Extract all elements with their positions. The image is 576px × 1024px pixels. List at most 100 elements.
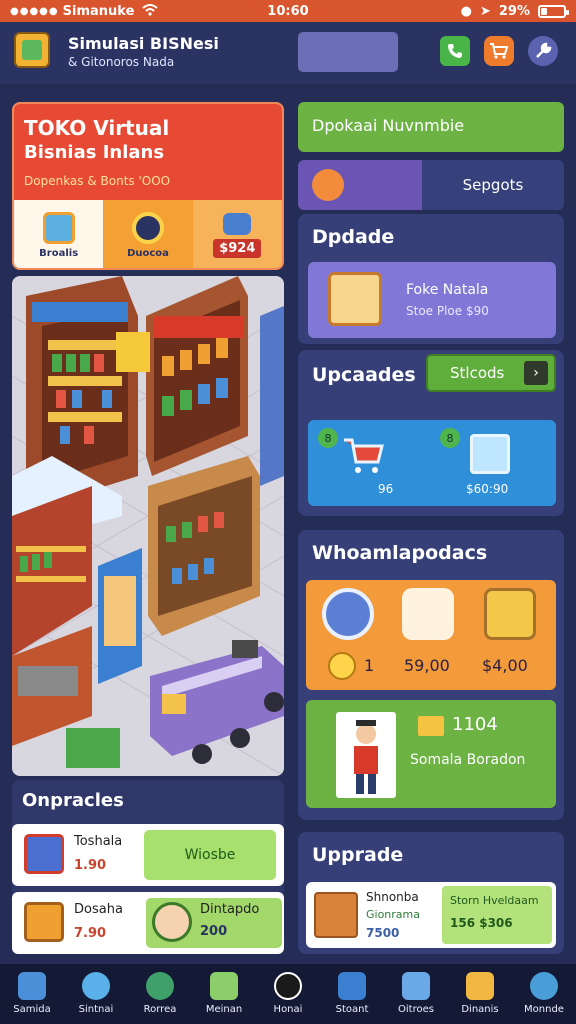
hero-panel: TOKO Virtual Bisnias Inlans Dopenkas & B…	[12, 102, 284, 270]
cube-icon	[402, 972, 430, 1000]
trophy-icon	[466, 972, 494, 1000]
nav-label: Oitroes	[398, 1004, 434, 1015]
segment-control: Sepgots	[298, 160, 564, 210]
upgrade-card-2: Upcaades Stlcods › 8 8 96 $60:90	[298, 350, 564, 516]
battery-icon	[538, 4, 569, 18]
staff-avatar	[152, 902, 192, 942]
checkout-counter-icon	[328, 272, 382, 326]
card1-heading: Dpdade	[312, 226, 395, 248]
upgrade-item-name: Dosaha	[74, 902, 123, 917]
hero-tile-2[interactable]: Duocoa	[103, 200, 193, 268]
upgrade-item[interactable]: Toshala 1.90 Wiosbe	[12, 824, 284, 886]
phone-icon[interactable]	[440, 36, 470, 66]
upgrades-heading: Onpracles	[22, 790, 124, 811]
segment-icon-tab[interactable]	[298, 160, 422, 210]
search-box[interactable]	[298, 32, 398, 72]
nav-item-monnde[interactable]: Monnde	[512, 964, 576, 1024]
nav-label: Sintnai	[78, 1004, 114, 1015]
hero-tile-3[interactable]: $924	[192, 200, 282, 268]
card4-item[interactable]: Shnonba Gionrama 7500 Storn Hveldaam 156…	[306, 882, 556, 948]
card2-items: 8 8 96 $60:90	[308, 420, 556, 506]
coffee-machine-icon[interactable]	[402, 588, 454, 640]
right-top-banner[interactable]: Dpokaai Nuvnmbie	[298, 102, 564, 152]
hero-tile-1[interactable]: Broalis	[14, 200, 104, 268]
box-icon	[24, 834, 64, 874]
app-title: Simulasi BISNesi	[68, 34, 219, 53]
staff-value: 200	[200, 924, 228, 939]
wrench-icon[interactable]	[528, 36, 558, 66]
app-header: Simulasi BISNesi & Gitonoros Nada	[0, 22, 576, 84]
home-icon	[18, 972, 46, 1000]
card3-value-3: $4,00	[482, 656, 528, 675]
hero-caption: Dopenkas & Bonts 'OOO	[24, 174, 171, 188]
battery-percent: 29%	[498, 3, 530, 19]
card3-value-2: 59,00	[404, 656, 450, 675]
nav-item-oitroes[interactable]: Oitroes	[384, 964, 448, 1024]
card1-item-name: Foke Natala	[406, 282, 489, 298]
card4-buy-button[interactable]: Storn Hveldaam 156 $306	[442, 886, 552, 944]
clock-icon[interactable]	[322, 588, 374, 640]
stocks-button[interactable]: Stlcods ›	[426, 354, 556, 392]
staff-portrait	[336, 712, 396, 798]
cabinet-icon	[314, 892, 358, 938]
upgrade-item-price: 7.90	[74, 926, 107, 941]
nav-item-stoant[interactable]: Stoant	[320, 964, 384, 1024]
upgrade-item-price: 1.90	[74, 858, 107, 873]
magnifier-icon	[146, 972, 174, 1000]
nav-item-rorrea[interactable]: Rorrea	[128, 964, 192, 1024]
nav-item-sintnai[interactable]: Sintnai	[64, 964, 128, 1024]
card4-box-line1: Storn Hveldaam	[450, 894, 539, 907]
segment-label-tab[interactable]: Sepgots	[422, 160, 564, 210]
staff-hire-button[interactable]: Dintapdo 200	[146, 898, 282, 948]
nav-label: Meinan	[205, 1004, 243, 1015]
cart-icon[interactable]	[484, 36, 514, 66]
card1-item-sub: Stoe Ploe $90	[406, 304, 489, 318]
store-icon	[42, 211, 75, 244]
crate-icon	[24, 902, 64, 942]
nav-item-meinan[interactable]: Meinan	[192, 964, 256, 1024]
hero-tile-1-label: Broalis	[39, 247, 79, 259]
nav-label: Honai	[273, 1004, 303, 1015]
upgrade-buy-button[interactable]: Wiosbe	[144, 830, 276, 880]
folder-icon	[418, 716, 444, 736]
nav-item-samida[interactable]: Samida	[0, 964, 64, 1024]
display-case-icon[interactable]	[470, 434, 510, 474]
card3-staff[interactable]: 1104 Somala Boradon	[306, 700, 556, 808]
nav-label: Dinanis	[461, 1004, 499, 1015]
card3-heading: Whoamlapodacs	[312, 542, 488, 564]
hero-title-line1: TOKO Virtual	[24, 116, 170, 140]
card3-items: 1 59,00 $4,00	[306, 580, 556, 690]
nav-item-dinanis[interactable]: Dinanis	[448, 964, 512, 1024]
card2-badge-2: 8	[440, 428, 460, 448]
alarm-icon: ●	[460, 3, 472, 19]
nav-label: Monnde	[524, 1004, 564, 1015]
card2-heading: Upcaades	[312, 364, 416, 386]
app-logo-icon	[14, 32, 50, 68]
stocks-button-label: Stlcods	[450, 364, 505, 382]
upgrade-card-4: Upprade Shnonba Gionrama 7500 Storn Hvel…	[298, 832, 564, 954]
signal-indicator: ●●●●●	[10, 5, 59, 17]
hero-tiles: Broalis Duocoa $924	[14, 200, 282, 268]
bottom-nav: Samida Sintnai Rorrea Meinan Honai Stoan…	[0, 964, 576, 1024]
chevron-right-icon: ›	[524, 361, 548, 385]
map-icon[interactable]	[484, 588, 536, 640]
hero-tile-2-label: Duocoa	[127, 247, 169, 259]
card2-badge-1: 8	[318, 428, 338, 448]
card2-value-1: 96	[378, 482, 394, 496]
card4-sub: Gionrama	[366, 908, 421, 921]
shopping-cart-icon[interactable]	[342, 436, 386, 476]
hero-title-line2: Bisnias Inlans	[24, 142, 165, 163]
nav-label: Stoant	[335, 1004, 369, 1015]
card4-box-line2: 156 $306	[450, 916, 513, 930]
status-bar: ●●●●● Simanuke 10:60 ● ➤ 29%	[0, 0, 576, 22]
upgrade-card-1: Dpdade Foke Natala Stoe Ploe $90	[298, 214, 564, 344]
nav-item-honai[interactable]: Honai	[256, 964, 320, 1024]
upgrade-item[interactable]: Dosaha 7.90 Dintapdo 200	[12, 892, 284, 954]
calendar-icon	[210, 972, 238, 1000]
card4-name: Shnonba	[366, 890, 419, 904]
coin-stack-icon	[312, 169, 344, 201]
carrier-name: Simanuke	[62, 3, 135, 19]
badge-icon	[338, 972, 366, 1000]
card1-item[interactable]: Foke Natala Stoe Ploe $90	[308, 262, 556, 338]
upgrade-item-name: Toshala	[74, 834, 123, 849]
